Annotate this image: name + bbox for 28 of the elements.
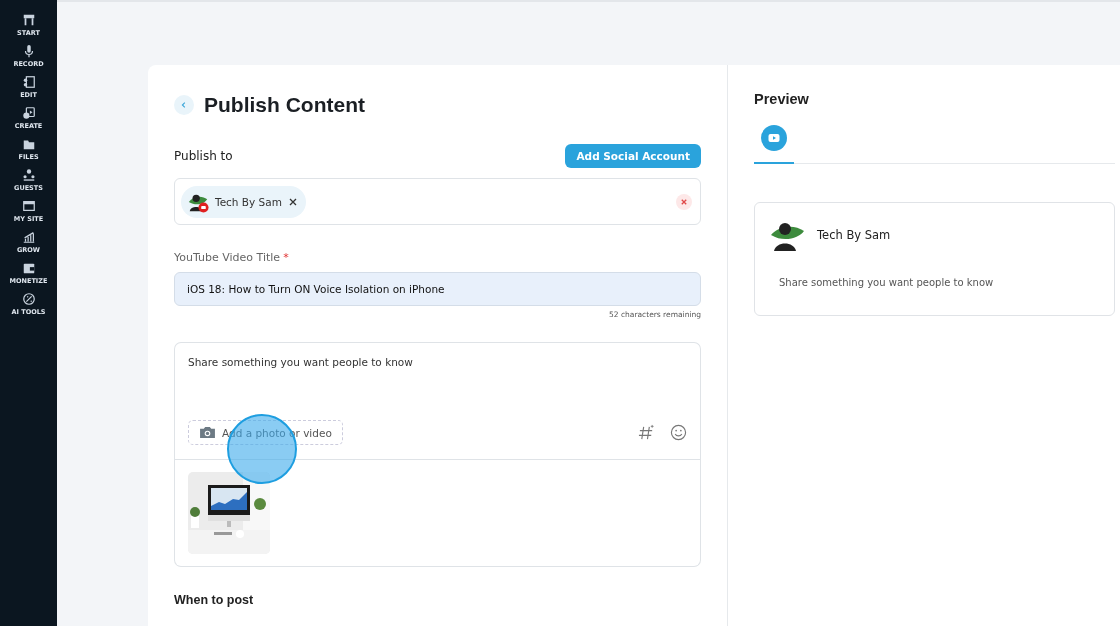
chevron-left-icon (180, 101, 188, 109)
browser-icon (21, 199, 36, 213)
title-input-field[interactable]: iOS 18: How to Turn ON Voice Isolation on iPhone (174, 272, 701, 306)
play-document-icon (21, 106, 36, 120)
camera-icon (199, 426, 216, 439)
page-title: Publish Content (204, 93, 365, 117)
when-to-post-label: When to post (174, 593, 255, 607)
clear-icon[interactable] (676, 193, 692, 210)
preview-text: Share something you want people to know (779, 277, 995, 288)
document-icon (21, 75, 36, 89)
preview-title: Preview (754, 91, 810, 107)
people-icon (21, 168, 36, 182)
publish-to-label: Publish to (174, 149, 233, 163)
post-text-field[interactable]: Share something you want people to know (174, 342, 701, 420)
chart-icon (21, 230, 36, 244)
account-name: Tech By Sam (817, 228, 891, 242)
required-mark: * (283, 251, 289, 264)
title-field-label: YouTube Video Title (174, 251, 281, 264)
account-select-field[interactable]: Tech By Sam (174, 178, 701, 225)
slash-circle-icon (21, 292, 36, 306)
account-chip[interactable]: Tech By Sam (181, 185, 306, 218)
wallet-icon (21, 261, 36, 275)
platform-tab[interactable] (754, 125, 794, 164)
remove-icon[interactable] (287, 196, 298, 207)
hashtag-icon[interactable] (638, 424, 655, 441)
emoji-icon[interactable] (670, 424, 687, 441)
board-icon (21, 13, 36, 27)
video-play-icon (761, 125, 787, 151)
